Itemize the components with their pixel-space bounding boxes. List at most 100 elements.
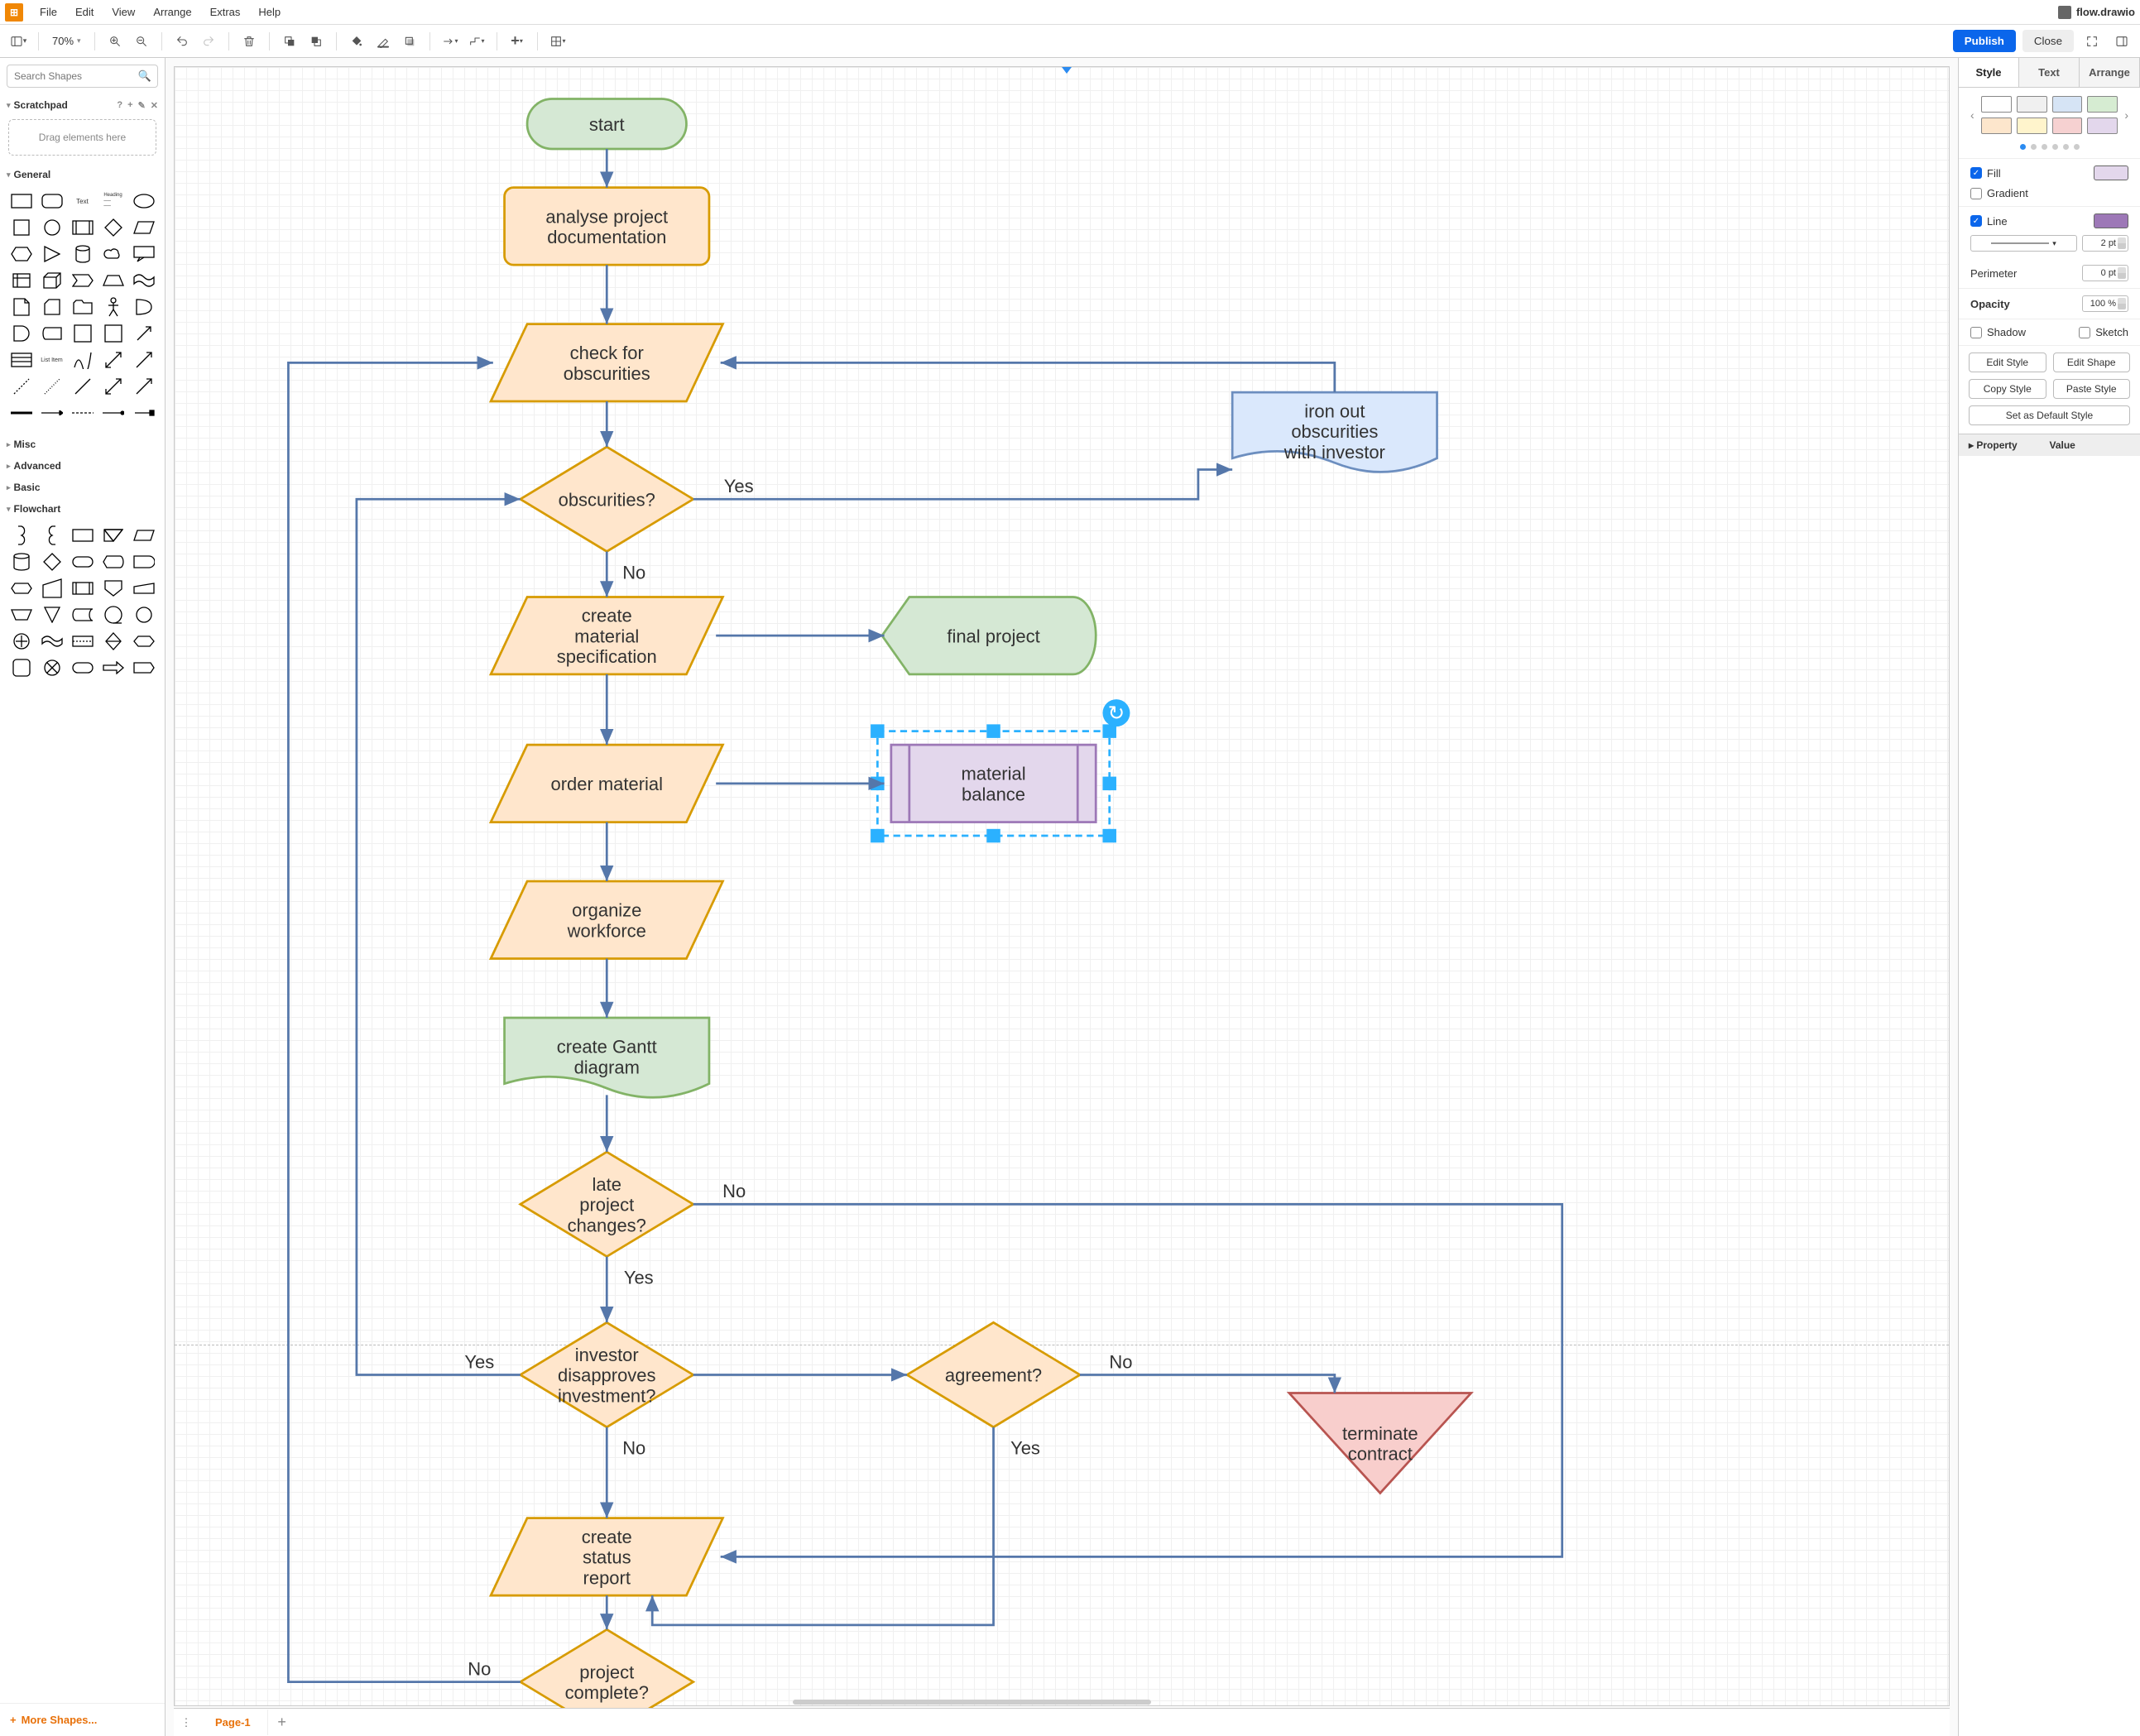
shape-bidir-arrow[interactable] bbox=[100, 349, 126, 371]
insert-button[interactable]: +▾ bbox=[506, 30, 529, 53]
shape-and[interactable] bbox=[8, 323, 34, 344]
fc-data[interactable] bbox=[131, 525, 156, 546]
table-button[interactable]: ▾ bbox=[546, 30, 569, 53]
shape-hline2[interactable] bbox=[39, 402, 65, 424]
connection-button[interactable]: ▾ bbox=[439, 30, 462, 53]
add-icon[interactable]: + bbox=[127, 100, 132, 111]
fc-sort[interactable] bbox=[100, 631, 126, 652]
shape-arrow-ne[interactable] bbox=[131, 323, 156, 344]
section-misc[interactable]: ▸Misc bbox=[0, 434, 165, 455]
fc-connector[interactable] bbox=[131, 604, 156, 626]
scratchpad-drop[interactable]: Drag elements here bbox=[8, 119, 156, 156]
line-color-button[interactable] bbox=[372, 30, 395, 53]
menu-arrange[interactable]: Arrange bbox=[145, 2, 199, 22]
fc-decision2[interactable] bbox=[100, 525, 126, 546]
scratchpad-header[interactable]: ▾Scratchpad ?+✎✕ bbox=[0, 94, 165, 116]
shape-folder[interactable] bbox=[70, 296, 95, 318]
sidebar-toggle-button[interactable]: ▾ bbox=[7, 30, 30, 53]
shadow-button[interactable] bbox=[398, 30, 421, 53]
more-shapes-button[interactable]: +More Shapes... bbox=[0, 1703, 165, 1736]
menu-view[interactable]: View bbox=[103, 2, 143, 22]
section-advanced[interactable]: ▸Advanced bbox=[0, 455, 165, 477]
shape-list[interactable] bbox=[8, 349, 34, 371]
shape-hexagon[interactable] bbox=[8, 243, 34, 265]
shape-parallelogram[interactable] bbox=[131, 217, 156, 238]
fill-checkbox[interactable]: ✓ bbox=[1970, 167, 1982, 179]
shape-hline3[interactable] bbox=[70, 402, 95, 424]
style-swatch[interactable] bbox=[1981, 117, 2012, 134]
zoom-in-button[interactable] bbox=[103, 30, 127, 53]
section-basic[interactable]: ▸Basic bbox=[0, 477, 165, 498]
close-icon[interactable]: ✕ bbox=[151, 100, 158, 111]
swatch-next[interactable]: › bbox=[2124, 108, 2128, 122]
fc-stored[interactable] bbox=[70, 604, 95, 626]
line-style-select[interactable]: ▾ bbox=[1970, 235, 2077, 252]
shape-ellipse[interactable] bbox=[131, 190, 156, 212]
shape-bidir2[interactable] bbox=[100, 376, 126, 397]
waypoints-button[interactable]: ▾ bbox=[465, 30, 488, 53]
fc-bracket-r[interactable] bbox=[8, 525, 34, 546]
publish-button[interactable]: Publish bbox=[1953, 30, 2016, 52]
edit-icon[interactable]: ✎ bbox=[138, 100, 146, 111]
edit-shape-button[interactable]: Edit Shape bbox=[2053, 352, 2131, 372]
redo-button[interactable] bbox=[197, 30, 220, 53]
shape-dashed[interactable] bbox=[8, 376, 34, 397]
shape-tape[interactable] bbox=[131, 270, 156, 291]
format-panel-button[interactable] bbox=[2110, 30, 2133, 53]
style-swatch[interactable] bbox=[2017, 117, 2047, 134]
shape-hline1[interactable] bbox=[8, 402, 34, 424]
fc-collate[interactable] bbox=[70, 631, 95, 652]
zoom-select[interactable]: 70% ▾ bbox=[47, 33, 86, 49]
fc-manual-op[interactable] bbox=[8, 604, 34, 626]
fc-offpage[interactable] bbox=[100, 578, 126, 599]
line-color-swatch[interactable] bbox=[2094, 213, 2128, 228]
undo-button[interactable] bbox=[170, 30, 194, 53]
shape-card[interactable] bbox=[39, 296, 65, 318]
canvas[interactable]: startanalyse projectdocumentationcheck f… bbox=[166, 58, 1958, 1736]
shape-process[interactable] bbox=[70, 217, 95, 238]
shape-listitem[interactable]: List Item bbox=[39, 349, 65, 371]
sketch-checkbox[interactable] bbox=[2079, 327, 2090, 338]
shape-hline5[interactable] bbox=[131, 402, 156, 424]
shadow-checkbox[interactable] bbox=[1970, 327, 1982, 338]
fc-roundrect[interactable] bbox=[8, 657, 34, 679]
shape-step[interactable] bbox=[70, 270, 95, 291]
fc-process[interactable] bbox=[70, 525, 95, 546]
style-swatch[interactable] bbox=[2052, 117, 2083, 134]
page-menu-button[interactable]: ⋮ bbox=[174, 1710, 199, 1735]
fc-arrow-r[interactable] bbox=[100, 657, 126, 679]
style-swatch[interactable] bbox=[2017, 96, 2047, 113]
opacity-input[interactable]: 100 % bbox=[2082, 295, 2128, 312]
fc-tape[interactable] bbox=[100, 604, 126, 626]
fc-manual-input2[interactable] bbox=[131, 578, 156, 599]
menu-file[interactable]: File bbox=[31, 2, 65, 22]
fc-predef[interactable] bbox=[70, 578, 95, 599]
shape-roundrect[interactable] bbox=[39, 190, 65, 212]
fill-color-swatch[interactable] bbox=[2094, 165, 2128, 180]
fc-db[interactable] bbox=[8, 551, 34, 573]
shape-rect[interactable] bbox=[8, 190, 34, 212]
copy-style-button[interactable]: Copy Style bbox=[1969, 379, 2046, 399]
shape-heading[interactable]: Heading──── bbox=[100, 190, 126, 212]
menu-edit[interactable]: Edit bbox=[67, 2, 102, 22]
add-page-button[interactable]: + bbox=[268, 1714, 296, 1731]
fc-display[interactable] bbox=[100, 551, 126, 573]
horizontal-scrollbar[interactable] bbox=[793, 1700, 1151, 1705]
shape-container[interactable] bbox=[70, 323, 95, 344]
fullscreen-button[interactable] bbox=[2080, 30, 2104, 53]
tab-text[interactable]: Text bbox=[2019, 58, 2080, 88]
menu-extras[interactable]: Extras bbox=[202, 2, 249, 22]
section-general[interactable]: ▾General bbox=[0, 164, 165, 185]
shape-datastore[interactable] bbox=[39, 323, 65, 344]
shape-triangle[interactable] bbox=[39, 243, 65, 265]
style-swatch[interactable] bbox=[2087, 96, 2118, 113]
shape-open-arrow[interactable] bbox=[131, 376, 156, 397]
style-swatch[interactable] bbox=[1981, 96, 2012, 113]
swatch-prev[interactable]: ‹ bbox=[1970, 108, 1974, 122]
shape-callout[interactable] bbox=[131, 243, 156, 265]
section-flowchart[interactable]: ▾Flowchart bbox=[0, 498, 165, 520]
shape-diamond[interactable] bbox=[100, 217, 126, 238]
shape-arrow[interactable] bbox=[131, 349, 156, 371]
line-width-input[interactable]: 2 pt bbox=[2082, 235, 2128, 252]
shape-hline4[interactable] bbox=[100, 402, 126, 424]
